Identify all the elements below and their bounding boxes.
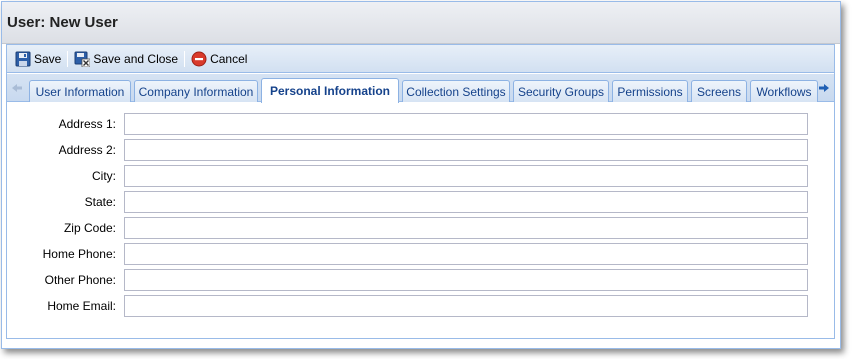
tab-scroll-right-button[interactable] (816, 80, 832, 98)
form-row-address-2: Address 2: (7, 139, 834, 162)
toolbar: Save Save and Close Cancel (7, 45, 834, 73)
home-email-input[interactable] (124, 295, 808, 317)
floppy-disk-close-icon (74, 51, 91, 67)
floppy-disk-icon (15, 51, 31, 67)
tab-label: Security Groups (517, 84, 605, 99)
arrow-left-icon (11, 82, 23, 96)
cancel-button[interactable]: Cancel (187, 48, 251, 70)
tab-workflows[interactable]: Workflows (750, 80, 818, 102)
address-1-label: Address 1: (58, 117, 116, 131)
form-row-address-1: Address 1: (7, 113, 834, 136)
tab-strip: User Information Company Information Per… (7, 74, 834, 103)
tab-label: Permissions (617, 84, 683, 99)
zip-code-label: Zip Code: (63, 221, 116, 235)
home-email-label: Home Email: (47, 299, 116, 313)
address-2-label: Address 2: (58, 143, 116, 157)
cancel-icon (191, 51, 207, 67)
save-label: Save (34, 51, 62, 66)
zip-code-input[interactable] (124, 217, 808, 239)
form-row-state: State: (7, 191, 834, 214)
tab-label: Personal Information (269, 84, 391, 98)
city-label: City: (92, 169, 116, 183)
window-title: User: New User (7, 14, 118, 31)
tab-company-information[interactable]: Company Information (134, 80, 258, 102)
tab-personal-information[interactable]: Personal Information (261, 78, 399, 103)
save-button[interactable]: Save (11, 48, 65, 70)
tab-scroll-left-button[interactable] (9, 80, 25, 98)
tab-permissions[interactable]: Permissions (612, 80, 688, 102)
tab-collection-settings[interactable]: Collection Settings (402, 80, 510, 102)
form-row-other-phone: Other Phone: (7, 269, 834, 292)
tab-label: Collection Settings (406, 84, 506, 99)
home-phone-label: Home Phone: (42, 247, 116, 261)
form-row-city: City: (7, 165, 834, 188)
state-label: State: (84, 195, 116, 209)
form-row-home-email: Home Email: (7, 295, 834, 318)
window-titlebar: User: New User (2, 2, 840, 44)
user-window: User: New User Save Save and Close Cance… (1, 1, 841, 349)
toolbar-separator (184, 50, 186, 67)
save-and-close-label: Save and Close (93, 51, 179, 66)
form-row-home-phone: Home Phone: (7, 243, 834, 266)
address-2-input[interactable] (124, 139, 808, 161)
tab-screens[interactable]: Screens (691, 80, 747, 102)
cancel-label: Cancel (210, 51, 248, 66)
address-1-input[interactable] (124, 113, 808, 135)
other-phone-label: Other Phone: (44, 273, 116, 287)
tab-security-groups[interactable]: Security Groups (513, 80, 609, 102)
tab-label: Workflows (756, 84, 812, 99)
tab-user-information[interactable]: User Information (29, 80, 131, 102)
arrow-right-icon (818, 82, 830, 96)
user-form-panel: Save Save and Close Cancel User Informat… (6, 44, 835, 339)
other-phone-input[interactable] (124, 269, 808, 291)
form-row-zip-code: Zip Code: (7, 217, 834, 240)
tab-label: User Information (35, 84, 125, 99)
city-input[interactable] (124, 165, 808, 187)
tab-label: Company Information (138, 84, 254, 99)
state-input[interactable] (124, 191, 808, 213)
home-phone-input[interactable] (124, 243, 808, 265)
save-and-close-button[interactable]: Save and Close (70, 48, 182, 70)
toolbar-separator (67, 50, 69, 67)
tab-label: Screens (696, 84, 742, 99)
